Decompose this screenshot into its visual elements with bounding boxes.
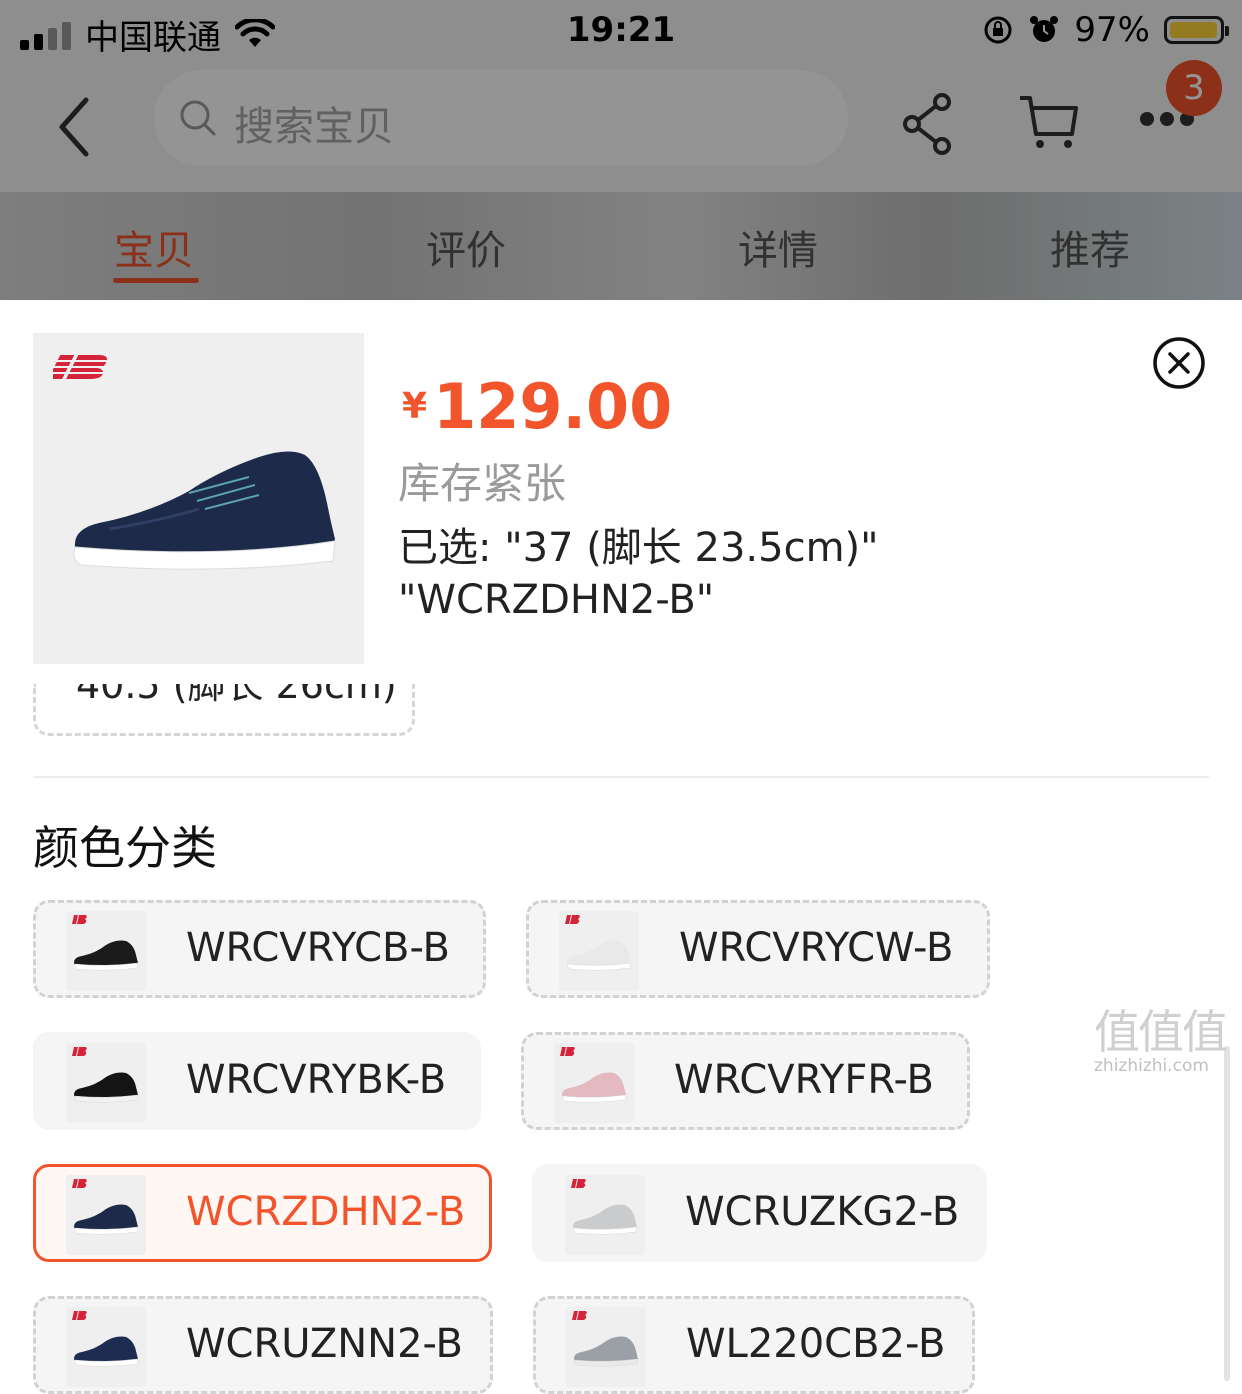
shoe-thumbnail [566,940,632,971]
color-option-image [565,1175,645,1255]
color-option-wrcvrybk-b[interactable]: WRCVRYBK-B [33,1032,481,1130]
color-option-wrcvryfr-b[interactable]: WRCVRYFR-B [521,1032,970,1130]
shoe-thumbnail [572,1204,638,1235]
divider [33,776,1209,778]
color-option-label: WCRUZNN2-B [186,1321,463,1367]
color-option-label: WRCVRYBK-B [186,1057,447,1103]
new-balance-logo-icon [565,915,580,924]
selected-line-1: 已选: "37 (脚长 23.5cm)" [398,525,879,571]
new-balance-logo-icon [72,915,87,924]
selected-summary: 已选: "37 (脚长 23.5cm)" "WCRZDHN2-B" [398,522,1158,626]
size-option-partial[interactable]: 40.5 (脚长 26cm) [33,684,415,736]
new-balance-logo-icon [571,1179,586,1188]
color-option-label: WL220CB2-B [686,1321,946,1367]
shoe-thumbnail [73,1204,139,1235]
new-balance-logo-icon [72,1179,87,1188]
color-option-image [566,1307,646,1387]
color-option-wcruzkg2-b[interactable]: WCRUZKG2-B [532,1164,987,1262]
size-option-label: 40.5 (脚长 26cm) [76,684,397,707]
background-page: 中国联通 19:21 97% 搜索宝贝 3 宝贝 评价 详情 推荐 [0,0,1242,300]
shoe-thumbnail [561,1072,627,1103]
watermark-logo: 值值值 [1094,1005,1228,1059]
color-option-image [66,1043,146,1123]
color-option-wcrzdhn2-b[interactable]: WCRZDHN2-B [33,1164,492,1262]
selected-line-2: "WCRZDHN2-B" [398,577,715,623]
new-balance-logo-icon [560,1047,575,1056]
color-option-wcruznn2-b[interactable]: WCRUZNN2-B [33,1296,493,1394]
color-option-label: WCRUZKG2-B [685,1189,960,1235]
sku-sheet: ¥129.00 库存紧张 已选: "37 (脚长 23.5cm)" "WCRZD… [0,300,1242,1394]
new-balance-logo-icon [572,1311,587,1320]
color-option-label: WRCVRYCB-B [186,925,450,971]
modal-backdrop[interactable] [0,0,1242,300]
color-option-image [559,911,639,991]
watermark: 值值值 zhizhizhi.com [1094,996,1234,1076]
close-icon[interactable] [1152,336,1206,390]
shoe-thumbnail [573,1336,639,1367]
price-value: 129.00 [433,370,673,443]
stock-status: 库存紧张 [398,459,567,508]
color-option-image [66,1175,146,1255]
color-option-image [66,911,146,991]
shoe-thumbnail [73,1336,139,1367]
color-option-label: WRCVRYFR-B [674,1057,934,1103]
color-option-label: WRCVRYCW-B [679,925,954,971]
color-option-image [554,1043,634,1123]
color-section-title: 颜色分类 [33,821,217,875]
product-image [33,333,364,664]
price: ¥129.00 [402,370,672,443]
currency-symbol: ¥ [402,386,428,427]
new-balance-logo-icon [53,355,115,379]
color-option-wl220cb2-b[interactable]: WL220CB2-B [533,1296,975,1394]
color-option-wrcvrycw-b[interactable]: WRCVRYCW-B [526,900,990,998]
color-option-wrcvrycb-b[interactable]: WRCVRYCB-B [33,900,486,998]
new-balance-logo-icon [72,1047,87,1056]
scrollbar[interactable] [1224,1046,1230,1381]
shoe-image [73,451,336,570]
color-option-label: WCRZDHN2-B [186,1189,466,1235]
new-balance-logo-icon [72,1311,87,1320]
shoe-thumbnail [73,940,139,971]
color-option-image [66,1307,146,1387]
shoe-thumbnail [73,1072,139,1103]
